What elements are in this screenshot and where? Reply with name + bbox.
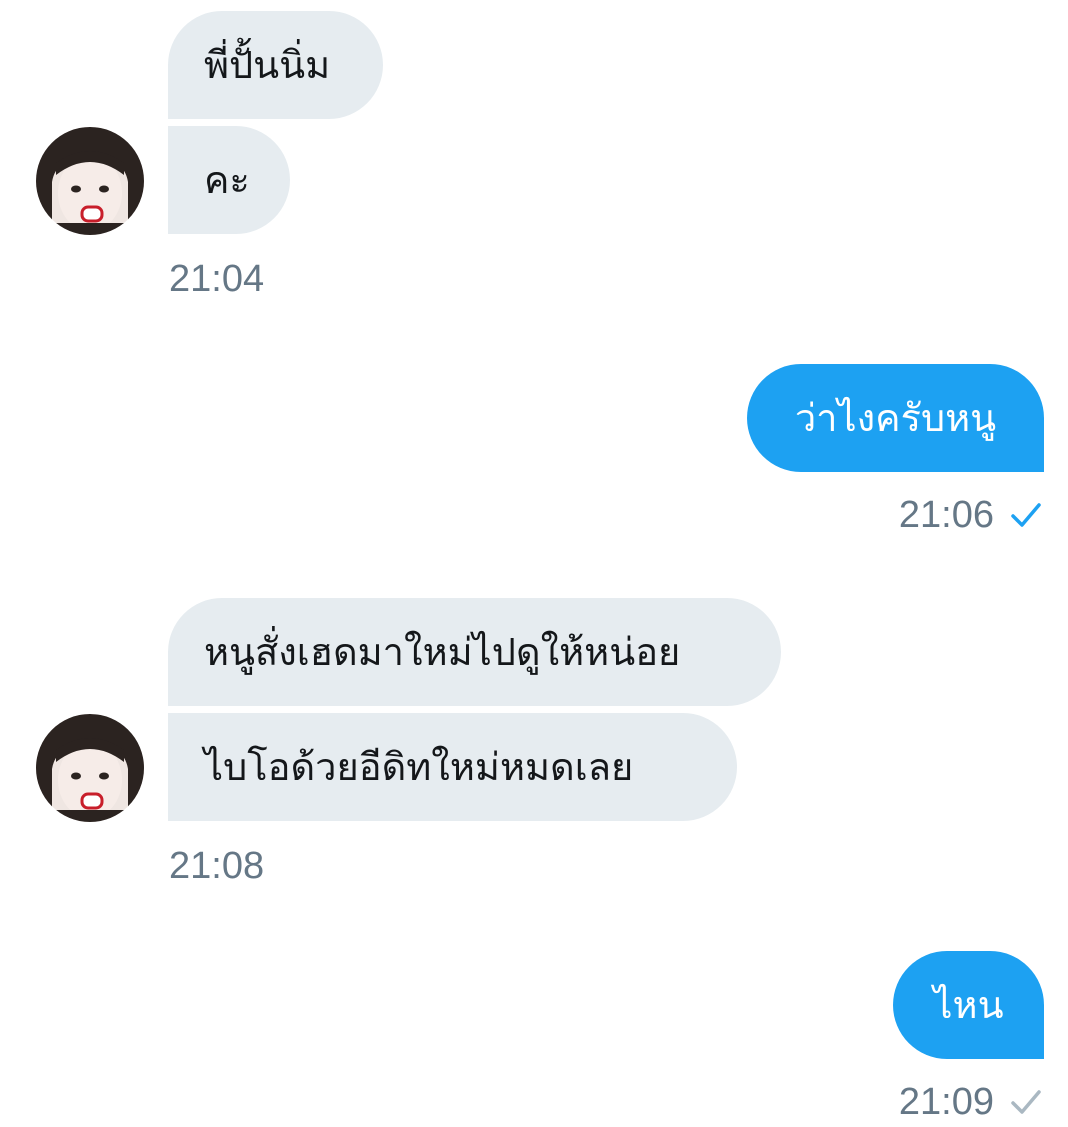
message-text: หนูสั่งเฮดมาใหม่ไปดูให้หน่อย (204, 630, 681, 674)
sender-avatar[interactable] (36, 714, 144, 822)
outgoing-message-bubble[interactable]: ไหน (893, 951, 1044, 1059)
incoming-message-bubble[interactable]: หนูสั่งเฮดมาใหม่ไปดูให้หน่อย (168, 598, 781, 706)
check-icon (1011, 503, 1041, 527)
check-icon (1011, 1090, 1041, 1114)
message-text: พี่ปั้นนิ่ม (204, 43, 331, 87)
message-text: ไบโอด้วยอีดิทใหม่หมดเลย (204, 745, 634, 789)
message-timestamp: 21:04 (169, 258, 265, 300)
message-receipt: 21:06 (899, 496, 1044, 534)
incoming-message-bubble[interactable]: คะ (168, 126, 290, 234)
message-timestamp: 21:09 (898, 1081, 994, 1123)
message-text: ไหน (933, 983, 1004, 1027)
incoming-message-bubble[interactable]: ไบโอด้วยอีดิทใหม่หมดเลย (168, 713, 737, 821)
message-text: ว่าไงครับหนู (794, 396, 997, 440)
outgoing-message-bubble[interactable]: ว่าไงครับหนู (747, 364, 1044, 472)
incoming-message-bubble[interactable]: พี่ปั้นนิ่ม (168, 11, 383, 119)
message-timestamp: 21:06 (898, 494, 994, 536)
sender-avatar[interactable] (36, 127, 144, 235)
message-timestamp: 21:08 (169, 845, 265, 887)
message-receipt: 21:09 (899, 1083, 1044, 1121)
message-text: คะ (204, 158, 250, 202)
